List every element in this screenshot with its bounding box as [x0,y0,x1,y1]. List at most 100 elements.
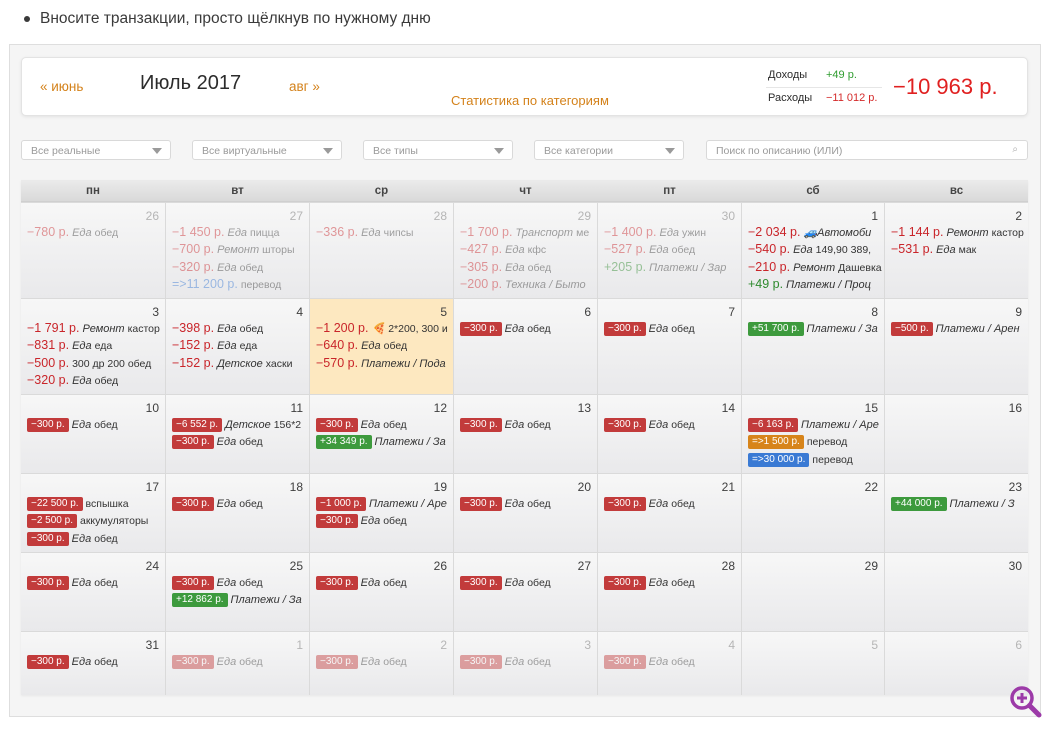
day-cell[interactable]: 24 −300 р. Еда обед [21,553,165,631]
day-cell[interactable]: 4 −398 р. Еда обед −152 р. Еда еда −152 р. Детск… [166,299,309,394]
day-cell[interactable]: 5 [742,632,884,695]
transaction-entry[interactable]: −300 р. Еда обед [604,574,741,591]
transaction-entry[interactable]: −1 450 р. Еда пицца [172,224,309,241]
transaction-entry[interactable]: −200 р. Техника / Быто [460,276,597,293]
day-cell[interactable]: 6 −300 р. Еда обед [454,299,597,394]
transaction-entry[interactable]: −6 163 р. Платежи / Аре [748,416,884,433]
day-cell[interactable]: 26 −300 р. Еда обед [310,553,453,631]
transaction-entry[interactable]: −300 р. Еда обед [172,433,309,450]
transaction-entry[interactable]: −300 р. Еда обед [27,653,165,670]
day-cell[interactable]: 29 [742,553,884,631]
virtual-accounts-select[interactable]: Все виртуальные [192,140,342,160]
day-cell[interactable]: 11 −6 552 р. Детское 156*2 −300 р. Еда обед [166,395,309,473]
day-cell[interactable]: 22 [742,474,884,552]
day-cell[interactable]: 2 −300 р. Еда обед [310,632,453,695]
transaction-entry[interactable]: −1 400 р. Еда ужин [604,224,741,241]
transaction-entry[interactable]: −22 500 р. вспышка [27,495,165,512]
transaction-entry[interactable]: −300 р. Еда обед [316,653,453,670]
transaction-entry[interactable]: −2 500 р. аккумуляторы [27,512,165,529]
day-cell[interactable]: 13 −300 р. Еда обед [454,395,597,473]
day-cell[interactable]: 21 −300 р. Еда обед [598,474,741,552]
transaction-entry[interactable]: −300 р. Еда обед [316,512,453,529]
day-cell[interactable]: 23 +44 000 р. Платежи / З [885,474,1028,552]
day-cell[interactable]: 12 −300 р. Еда обед +34 349 р. Платежи / За [310,395,453,473]
transaction-entry[interactable]: −540 р. Еда 149,90 389, [748,241,884,258]
transaction-entry[interactable]: −398 р. Еда обед [172,320,309,337]
transaction-entry[interactable]: =>30 000 р. перевод [748,451,884,468]
transaction-entry[interactable]: −780 р. Еда обед [27,224,165,241]
transaction-entry[interactable]: −300 р. Еда обед [604,416,741,433]
transaction-entry[interactable]: −1 200 р. 🍕 2*200, 300 и [316,320,453,337]
transaction-entry[interactable]: −1 144 р. Ремонт кастор [891,224,1028,241]
day-cell[interactable]: 27 −1 450 р. Еда пицца −700 р. Ремонт шторы −32… [166,203,309,298]
transaction-entry[interactable]: −300 р. Еда обед [27,574,165,591]
day-cell[interactable]: 7 −300 р. Еда обед [598,299,741,394]
transaction-entry[interactable]: −320 р. Еда обед [27,372,165,389]
day-cell[interactable]: 3 −300 р. Еда обед [454,632,597,695]
transaction-entry[interactable]: −1 700 р. Транспорт ме [460,224,597,241]
transaction-entry[interactable]: −210 р. Ремонт Дашевка [748,259,884,276]
day-cell[interactable]: 3 −1 791 р. Ремонт кастор −831 р. Еда еда −500 … [21,299,165,394]
day-cell[interactable]: 30 −1 400 р. Еда ужин −527 р. Еда обед +205 р. П… [598,203,741,298]
day-cell[interactable]: 31 −300 р. Еда обед [21,632,165,695]
transaction-entry[interactable]: −300 р. Еда обед [172,574,309,591]
day-cell[interactable]: 2 −1 144 р. Ремонт кастор −531 р. Еда мак [885,203,1028,298]
day-cell[interactable]: 10 −300 р. Еда обед [21,395,165,473]
day-cell[interactable]: 4 −300 р. Еда обед [598,632,741,695]
day-cell[interactable]: 28 −336 р. Еда чипсы [310,203,453,298]
transaction-entry[interactable]: −300 р. Еда обед [172,653,309,670]
transaction-entry[interactable]: −300 р. Еда обед [27,530,165,547]
day-cell[interactable]: 27 −300 р. Еда обед [454,553,597,631]
day-cell[interactable]: 25 −300 р. Еда обед +12 862 р. Платежи / За [166,553,309,631]
day-cell[interactable]: 29 −1 700 р. Транспорт ме −427 р. Еда кфс −305 … [454,203,597,298]
real-accounts-select[interactable]: Все реальные [21,140,171,160]
transaction-entry[interactable]: −152 р. Детское хаски [172,355,309,372]
transaction-entry[interactable]: −300 р. Еда обед [460,495,597,512]
day-cell[interactable]: 1 −300 р. Еда обед [166,632,309,695]
category-stats-link[interactable]: Статистика по категориям [451,93,609,108]
transaction-entry[interactable]: +205 р. Платежи / Зар [604,259,741,276]
transaction-entry[interactable]: +44 000 р. Платежи / З [891,495,1028,512]
transaction-entry[interactable]: =>11 200 р. перевод [172,276,309,293]
transaction-entry[interactable]: −320 р. Еда обед [172,259,309,276]
transaction-entry[interactable]: −427 р. Еда кфс [460,241,597,258]
transaction-entry[interactable]: −2 034 р. 🚙Автомоби [748,224,884,241]
transaction-entry[interactable]: −300 р. Еда обед [27,416,165,433]
transaction-entry[interactable]: −6 552 р. Детское 156*2 [172,416,309,433]
day-cell[interactable]: 9 −500 р. Платежи / Арен [885,299,1028,394]
transaction-entry[interactable]: −500 р. 300 др 200 обед [27,355,165,372]
day-cell[interactable]: 14 −300 р. Еда обед [598,395,741,473]
transaction-entry[interactable]: −640 р. Еда обед [316,337,453,354]
day-cell[interactable]: 20 −300 р. Еда обед [454,474,597,552]
transaction-entry[interactable]: −300 р. Еда обед [172,495,309,512]
day-cell[interactable]: 19 −1 000 р. Платежи / Аре −300 р. Еда обед [310,474,453,552]
transaction-entry[interactable]: −500 р. Платежи / Арен [891,320,1028,337]
transaction-entry[interactable]: −300 р. Еда обед [316,416,453,433]
transaction-entry[interactable]: −531 р. Еда мак [891,241,1028,258]
day-cell[interactable]: 5 −1 200 р. 🍕 2*200, 300 и −640 р. Еда обед −57… [310,299,453,394]
transaction-entry[interactable]: −300 р. Еда обед [604,495,741,512]
transaction-entry[interactable]: −300 р. Еда обед [316,574,453,591]
transaction-entry[interactable]: −300 р. Еда обед [460,653,597,670]
prev-month-link[interactable]: « июнь [40,79,83,94]
zoom-in-icon[interactable] [1007,684,1043,720]
transaction-entry[interactable]: =>1 500 р. перевод [748,433,884,450]
transaction-entry[interactable]: −305 р. Еда обед [460,259,597,276]
transaction-entry[interactable]: +34 349 р. Платежи / За [316,433,453,450]
transaction-entry[interactable]: −831 р. Еда еда [27,337,165,354]
transaction-entry[interactable]: −300 р. Еда обед [604,320,741,337]
transaction-entry[interactable]: −700 р. Ремонт шторы [172,241,309,258]
transaction-entry[interactable]: −300 р. Еда обед [604,653,741,670]
day-cell[interactable]: 8 +51 700 р. Платежи / За [742,299,884,394]
day-cell[interactable]: 18 −300 р. Еда обед [166,474,309,552]
transaction-entry[interactable]: −300 р. Еда обед [460,416,597,433]
day-cell[interactable]: 17 −22 500 р. вспышка −2 500 р. аккумуляторы… [21,474,165,552]
transaction-entry[interactable]: −570 р. Платежи / Пода [316,355,453,372]
next-month-link[interactable]: авг » [289,79,320,94]
day-cell[interactable]: 15 −6 163 р. Платежи / Аре =>1 500 р. перево… [742,395,884,473]
transaction-entry[interactable]: −152 р. Еда еда [172,337,309,354]
day-cell[interactable]: 16 [885,395,1028,473]
transaction-entry[interactable]: −336 р. Еда чипсы [316,224,453,241]
transaction-entry[interactable]: +49 р. Платежи / Проц [748,276,884,293]
transaction-entry[interactable]: −1 000 р. Платежи / Аре [316,495,453,512]
